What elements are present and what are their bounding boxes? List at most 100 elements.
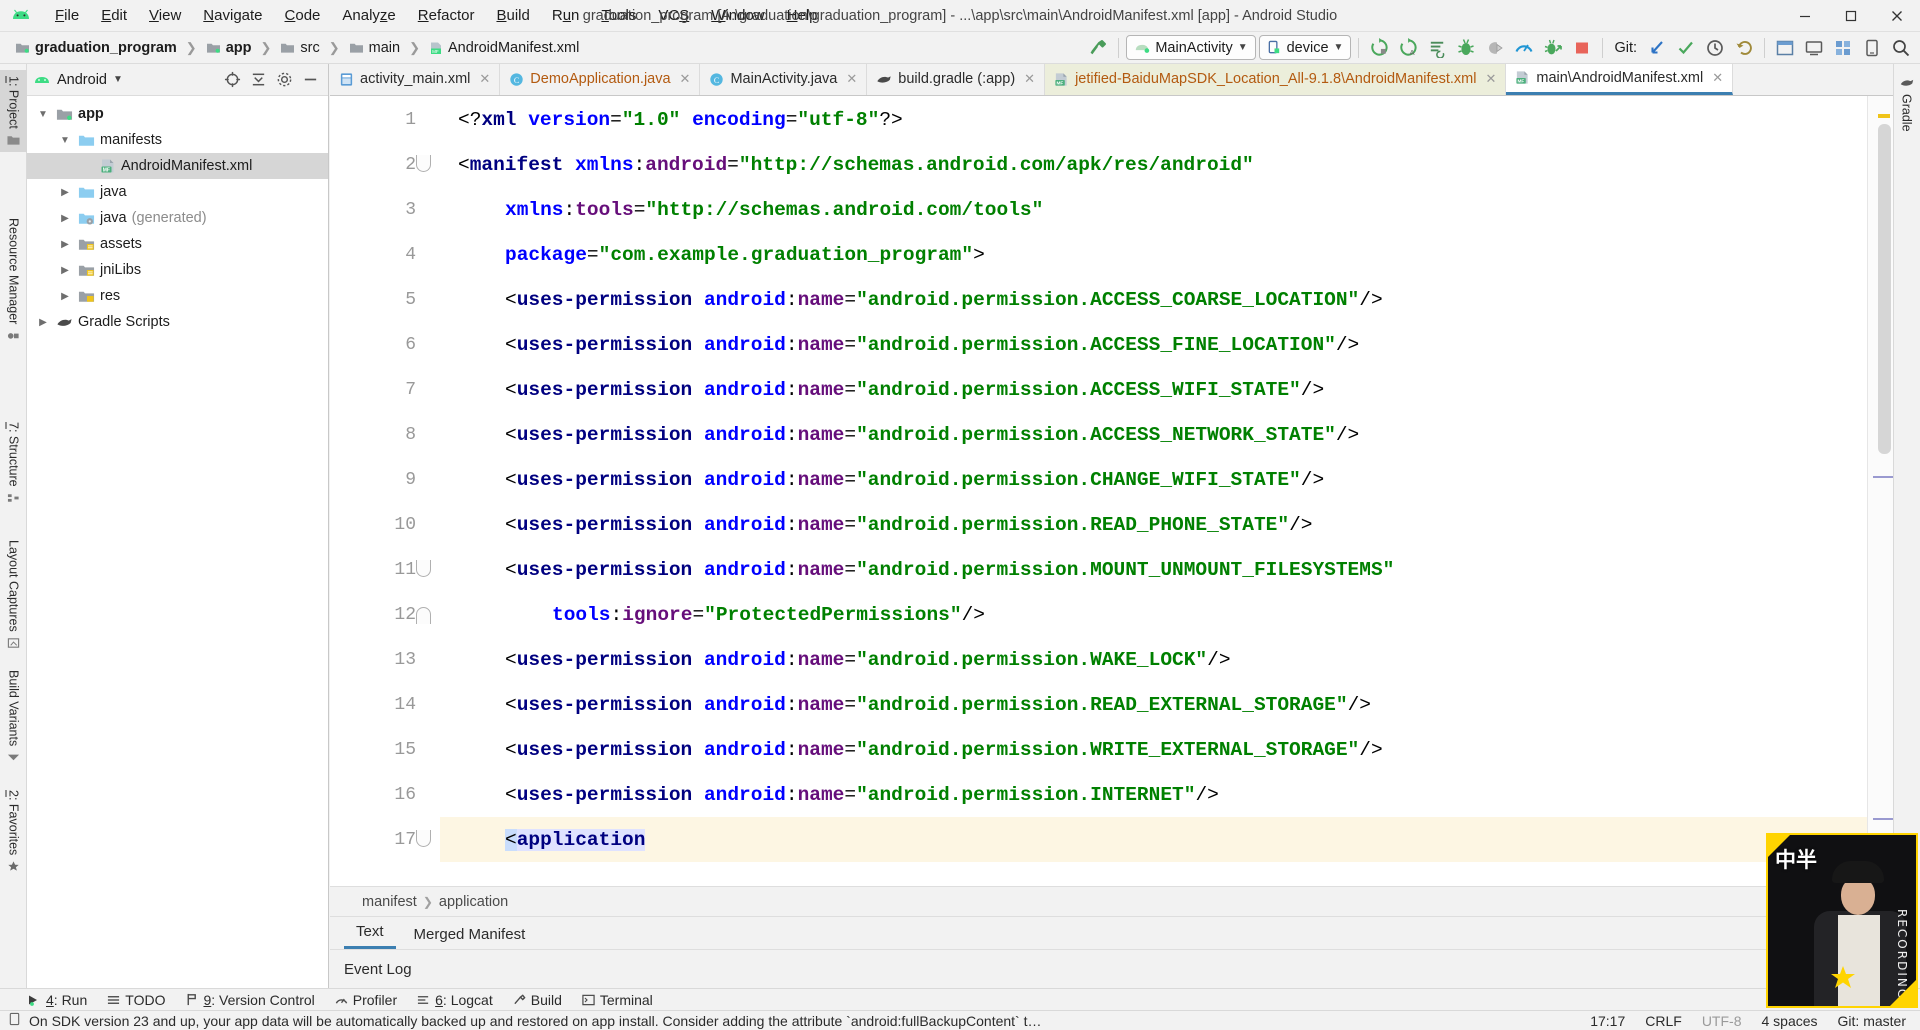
- sdk-tools-icon[interactable]: [1830, 35, 1856, 61]
- close-icon[interactable]: ✕: [1485, 71, 1496, 87]
- tree-node-app[interactable]: ▼ app: [27, 101, 328, 127]
- code-line-2[interactable]: <manifest xmlns:android="http://schemas.…: [440, 142, 1867, 187]
- hide-panel-icon[interactable]: [298, 68, 322, 92]
- close-icon[interactable]: ✕: [846, 71, 857, 87]
- tool-window-gradle[interactable]: Gradle: [1893, 70, 1920, 138]
- code-line-8[interactable]: <uses-permission android:name="android.p…: [440, 412, 1867, 457]
- editor-mode-tab-merged-manifest[interactable]: Merged Manifest: [402, 922, 538, 949]
- code-line-5[interactable]: <uses-permission android:name="android.p…: [440, 277, 1867, 322]
- code-fold-down-icon[interactable]: [416, 830, 431, 847]
- chevron-down-icon[interactable]: ▼: [35, 109, 51, 120]
- code-line-12[interactable]: tools:ignore="ProtectedPermissions"/>: [440, 592, 1867, 637]
- code-line-6[interactable]: <uses-permission android:name="android.p…: [440, 322, 1867, 367]
- tool-window-tab-7-structure[interactable]: 7: Structure: [0, 416, 27, 510]
- code-line-9[interactable]: <uses-permission android:name="android.p…: [440, 457, 1867, 502]
- attach-debugger-icon[interactable]: [1540, 35, 1566, 61]
- layout-editor-icon[interactable]: [1772, 35, 1798, 61]
- line-number-gutter[interactable]: 1 2 3 4 5 6 7 8 9 10 11 12 13 14 15 16 17: [330, 96, 457, 873]
- stop-button-icon[interactable]: [1569, 35, 1595, 61]
- code-line-7[interactable]: <uses-permission android:name="android.p…: [440, 367, 1867, 412]
- chevron-right-icon[interactable]: ▶: [57, 239, 73, 250]
- menu-item-tools[interactable]: Tools: [590, 3, 647, 28]
- breadcrumb-item-1[interactable]: app: [201, 38, 257, 58]
- git-branch-widget[interactable]: Git: master: [1828, 1013, 1916, 1029]
- minimize-button[interactable]: [1782, 0, 1828, 32]
- tree-node-assets[interactable]: ▶ assets: [27, 231, 328, 257]
- tree-node-jnilibs[interactable]: ▶ jniLibs: [27, 257, 328, 283]
- code-line-14[interactable]: <uses-permission android:name="android.p…: [440, 682, 1867, 727]
- menu-item-build[interactable]: Build: [485, 3, 540, 28]
- caret-position[interactable]: 17:17: [1580, 1013, 1635, 1029]
- line-number[interactable]: 1: [330, 97, 440, 142]
- line-number[interactable]: 10: [330, 502, 440, 547]
- xml-breadcrumb-item-application[interactable]: application: [439, 894, 508, 910]
- close-icon[interactable]: ✕: [1024, 71, 1035, 87]
- editor-tab-demoapplication.java[interactable]: C DemoApplication.java ✕: [500, 64, 701, 95]
- editor-tab-activity-main.xml[interactable]: activity_main.xml ✕: [330, 64, 501, 95]
- window-controls[interactable]: [1782, 0, 1920, 32]
- chevron-right-icon[interactable]: ▶: [57, 265, 73, 276]
- avd-manager-icon[interactable]: A: [1395, 35, 1421, 61]
- tree-node-java[interactable]: ▶ java: [27, 179, 328, 205]
- git-history-icon[interactable]: [1702, 35, 1728, 61]
- code-fold-down-icon[interactable]: [416, 155, 431, 172]
- indent-setting[interactable]: 4 spaces: [1751, 1013, 1827, 1029]
- menu-item-edit[interactable]: Edit: [90, 3, 138, 28]
- tool-window-tab-layout-captures[interactable]: Layout Captures: [0, 534, 27, 655]
- code-view[interactable]: 1 2 3 4 5 6 7 8 9 10 11 12 13 14 15 16 17 <?xml version=…: [330, 96, 1867, 873]
- tree-node-manifests[interactable]: ▼ manifests: [27, 127, 328, 153]
- bottom-tool-6-logcat[interactable]: 6: Logcat: [408, 991, 502, 1009]
- tree-node-gradle-scripts[interactable]: ▶ Gradle Scripts: [27, 309, 328, 335]
- menu-item-help[interactable]: Help: [776, 3, 829, 28]
- bottom-tool-profiler[interactable]: Profiler: [326, 991, 406, 1009]
- editor-tab-main-androidmanifest.xml[interactable]: MF main\AndroidManifest.xml ✕: [1506, 64, 1734, 95]
- maximize-button[interactable]: [1828, 0, 1874, 32]
- event-log-bar[interactable]: Event Log: [330, 949, 1867, 988]
- code-line-4[interactable]: package="com.example.graduation_program"…: [440, 232, 1867, 277]
- sync-project-icon[interactable]: [1366, 35, 1392, 61]
- undo-icon[interactable]: [1731, 35, 1757, 61]
- file-encoding[interactable]: UTF-8: [1692, 1013, 1752, 1029]
- code-line-15[interactable]: <uses-permission android:name="android.p…: [440, 727, 1867, 772]
- menu-bar[interactable]: File Edit View Navigate Code Analyze Refactor B…: [44, 3, 829, 28]
- line-number[interactable]: 8: [330, 412, 440, 457]
- device-selector[interactable]: device ▼: [1258, 35, 1352, 60]
- close-icon[interactable]: ✕: [1712, 70, 1723, 86]
- editor-tab-build.gradle-app-[interactable]: build.gradle (:app) ✕: [867, 64, 1046, 95]
- bottom-tool-todo[interactable]: TODO: [98, 991, 174, 1009]
- run-with-coverage-icon[interactable]: [1482, 35, 1508, 61]
- code-line-16[interactable]: <uses-permission android:name="android.p…: [440, 772, 1867, 817]
- line-number[interactable]: 14: [330, 682, 440, 727]
- panel-settings-icon[interactable]: [272, 68, 296, 92]
- chevron-right-icon[interactable]: ▶: [35, 317, 51, 328]
- device-manager-icon[interactable]: [1801, 35, 1827, 61]
- xml-breadcrumb-item-manifest[interactable]: manifest: [362, 894, 417, 910]
- menu-item-file[interactable]: File: [44, 3, 90, 28]
- tool-window-tab-1-project[interactable]: 1: Project: [0, 70, 27, 152]
- project-breadcrumb[interactable]: graduation_program ❯ app ❯ src ❯ main ❯ MF Androi…: [10, 38, 584, 58]
- code-fold-up-icon[interactable]: [416, 607, 431, 624]
- bottom-tool-9-version-control[interactable]: 9: Version Control: [176, 991, 323, 1009]
- marker-warning[interactable]: [1878, 114, 1890, 118]
- menu-item-analyze[interactable]: Analyze: [331, 3, 406, 28]
- chevron-down-icon[interactable]: ▼: [1238, 42, 1248, 53]
- chevron-down-icon[interactable]: ▼: [113, 74, 123, 85]
- breadcrumb-item-3[interactable]: main: [344, 38, 405, 58]
- menu-item-navigate[interactable]: Navigate: [192, 3, 273, 28]
- menu-item-code[interactable]: Code: [274, 3, 332, 28]
- menu-item-vcs[interactable]: VCS: [647, 3, 700, 28]
- close-icon[interactable]: ✕: [680, 71, 691, 87]
- bottom-tool-terminal[interactable]: Terminal: [573, 991, 662, 1009]
- editor-tab-jetified-baidumapsdk-location-all-9.1.8-androidmanifest.xml[interactable]: MF jetified-BaiduMapSDK_Location_All-9.1.…: [1045, 64, 1507, 95]
- build-hammer-icon[interactable]: [1085, 35, 1111, 61]
- breadcrumb-item-0[interactable]: graduation_program: [10, 38, 182, 58]
- code-line-3[interactable]: xmlns:tools="http://schemas.android.com/…: [440, 187, 1867, 232]
- menu-item-refactor[interactable]: Refactor: [407, 3, 486, 28]
- line-number[interactable]: 6: [330, 322, 440, 367]
- bottom-tool-build[interactable]: Build: [504, 991, 571, 1009]
- collapse-all-icon[interactable]: [246, 68, 270, 92]
- tree-node-androidmanifest.xml[interactable]: MF AndroidManifest.xml: [27, 153, 328, 179]
- line-number[interactable]: 15: [330, 727, 440, 772]
- chevron-down-icon[interactable]: ▼: [57, 135, 73, 146]
- code-line-17[interactable]: <application: [440, 817, 1867, 862]
